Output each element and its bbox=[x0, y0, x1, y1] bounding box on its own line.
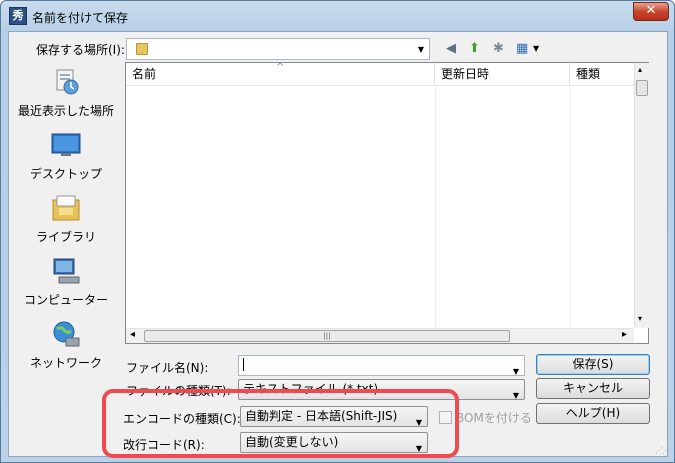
chevron-down-icon[interactable]: ▼ bbox=[418, 45, 424, 54]
place-recent[interactable]: 最近表示した場所 bbox=[9, 68, 123, 130]
column-divider bbox=[570, 85, 571, 328]
column-label: 更新日時 bbox=[441, 67, 490, 81]
views-chevron-icon[interactable]: ▼ bbox=[533, 44, 539, 53]
app-icon: 秀 bbox=[9, 7, 27, 25]
column-label: 名前 bbox=[132, 67, 157, 81]
back-icon[interactable]: ◀ bbox=[446, 42, 456, 56]
header-divider bbox=[126, 85, 636, 86]
place-computer[interactable]: コンピューター bbox=[9, 257, 123, 319]
horizontal-scrollbar[interactable]: ◂ ||| ▸ bbox=[126, 328, 634, 343]
scroll-up-icon[interactable]: ▴ bbox=[638, 65, 642, 74]
vertical-scrollbar[interactable]: ▴ ▾ bbox=[634, 63, 649, 328]
computer-icon bbox=[53, 258, 80, 284]
place-label: コンピューター bbox=[23, 293, 108, 307]
save-as-dialog: 秀 名前を付けて保存 ✕ 保存する場所(I): ▼ ◀ ⬆ ✱ ▦ ▼ 最近表示… bbox=[0, 0, 675, 463]
chevron-down-icon[interactable]: ▼ bbox=[513, 386, 519, 405]
save-button[interactable]: 保存(S) bbox=[536, 354, 650, 375]
scroll-thumb[interactable] bbox=[636, 80, 648, 96]
place-label: デスクトップ bbox=[29, 167, 102, 181]
place-network[interactable]: ネットワーク bbox=[9, 320, 123, 382]
column-header-modified[interactable]: 更新日時 bbox=[435, 63, 570, 85]
file-list[interactable]: 名前 ^ 更新日時 種類 ▴ ▾ ◂ ||| ▸ bbox=[125, 62, 649, 344]
column-divider bbox=[435, 85, 436, 328]
place-label: 最近表示した場所 bbox=[17, 104, 114, 118]
close-button[interactable]: ✕ bbox=[633, 2, 669, 21]
sort-ascending-icon: ^ bbox=[276, 62, 285, 73]
annotation-highlight-box bbox=[102, 389, 459, 458]
place-libraries[interactable]: ライブラリ bbox=[9, 194, 123, 256]
dialog-title: 名前を付けて保存 bbox=[32, 11, 129, 25]
folder-icon bbox=[136, 43, 148, 55]
text-caret bbox=[243, 358, 244, 371]
place-desktop[interactable]: デスクトップ bbox=[9, 131, 123, 193]
scroll-right-icon[interactable]: ▸ bbox=[622, 329, 627, 340]
place-label: ライブラリ bbox=[35, 230, 96, 244]
help-button[interactable]: ヘルプ(H) bbox=[536, 403, 650, 424]
column-header-type[interactable]: 種類 bbox=[570, 63, 634, 85]
column-label: 種類 bbox=[576, 67, 601, 81]
cancel-button[interactable]: キャンセル bbox=[536, 378, 650, 399]
place-label: ネットワーク bbox=[29, 356, 102, 370]
column-header-name[interactable]: 名前 ^ bbox=[126, 62, 435, 85]
filename-input[interactable]: ▼ bbox=[238, 355, 525, 376]
location-label: 保存する場所(I): bbox=[36, 43, 125, 57]
network-icon bbox=[53, 321, 80, 347]
scroll-down-icon[interactable]: ▾ bbox=[638, 314, 642, 323]
views-menu-icon[interactable]: ▦ bbox=[516, 42, 528, 56]
libraries-icon bbox=[52, 195, 80, 221]
places-bar: 最近表示した場所 デスクトップ ライブラリ コンピューター ネットワーク bbox=[9, 68, 123, 370]
bom-label: BOMを付ける bbox=[456, 411, 532, 425]
desktop-icon bbox=[51, 133, 81, 156]
title-bar[interactable]: 秀 名前を付けて保存 ✕ bbox=[1, 1, 674, 31]
filename-label: ファイル名(N): bbox=[126, 361, 209, 375]
recent-places-icon bbox=[56, 69, 79, 95]
scroll-left-icon[interactable]: ◂ bbox=[130, 329, 135, 340]
resize-grip-icon[interactable]: ⋰⋰ bbox=[655, 446, 670, 455]
up-folder-icon[interactable]: ⬆ bbox=[469, 42, 480, 56]
scroll-thumb[interactable]: ||| bbox=[144, 330, 510, 342]
new-folder-icon[interactable]: ✱ bbox=[493, 42, 504, 56]
